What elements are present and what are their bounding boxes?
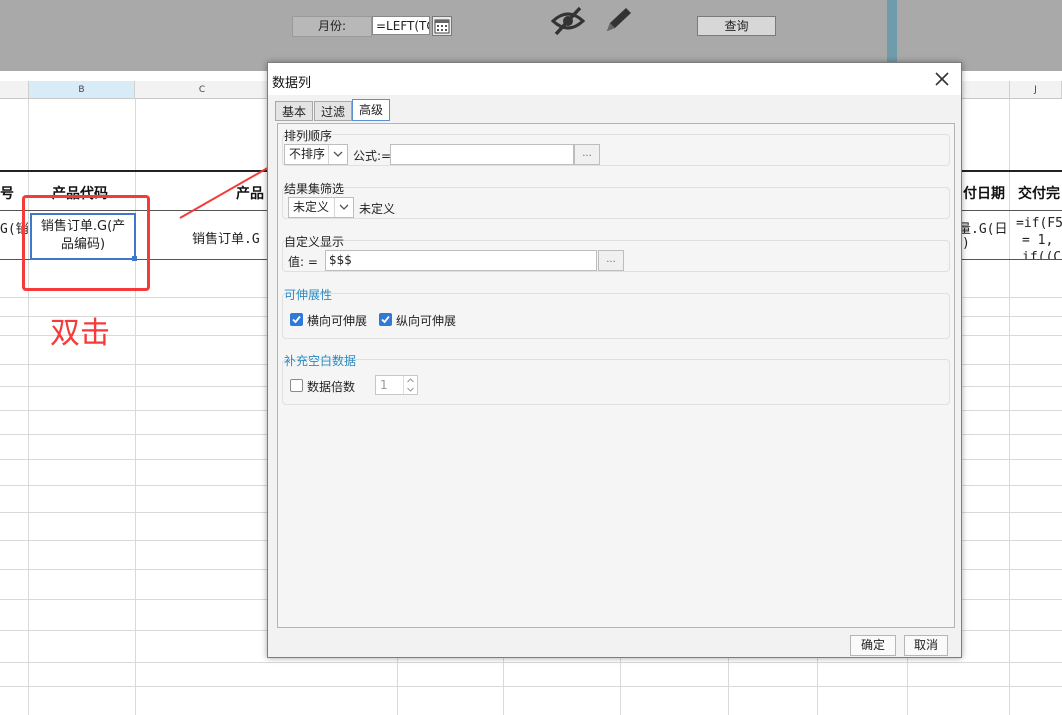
annotation-double-click-label: 双击 <box>50 316 110 351</box>
calendar-icon[interactable] <box>432 16 452 36</box>
fill-blank-title: 补充空白数据 <box>284 354 357 368</box>
sort-title: 排列顺序 <box>284 129 333 143</box>
data-multiple-value: 1 <box>380 378 388 392</box>
cell-date-line[interactable]: 量.G(日 <box>958 218 1007 237</box>
expand-title: 可伸展性 <box>284 288 333 302</box>
horizontal-expand-checkbox[interactable] <box>290 313 303 326</box>
column-header-a[interactable] <box>0 81 29 99</box>
query-button[interactable]: 查询 <box>697 16 776 36</box>
sort-formula-browse-button[interactable]: ... <box>574 144 600 165</box>
cell-date-line: ) <box>962 236 970 251</box>
filter-title: 结果集筛选 <box>284 182 345 196</box>
month-label: 月份: <box>292 16 372 37</box>
tab-filter[interactable]: 过滤 <box>314 101 353 121</box>
table-border <box>962 170 1062 172</box>
column-header-j[interactable]: J <box>1010 81 1062 99</box>
dialog-title: 数据列 <box>272 76 312 91</box>
filter-select-value: 未定义 <box>293 200 330 214</box>
header-pay-date[interactable]: 付日期 <box>963 183 1005 203</box>
eye-slash-icon[interactable] <box>550 5 586 37</box>
table-border <box>962 259 1062 260</box>
data-multiple-checkbox[interactable] <box>290 379 303 392</box>
cancel-button[interactable]: 取消 <box>904 635 948 656</box>
cell-formula-line: if((C <box>1022 250 1062 259</box>
header-deliver[interactable]: 交付完 <box>1018 183 1060 203</box>
dialog-titlebar[interactable]: 数据列 <box>268 63 961 95</box>
filter-select[interactable]: 未定义 <box>288 197 354 218</box>
pencil-icon[interactable] <box>601 5 635 37</box>
sort-select[interactable]: 不排序 <box>284 144 348 165</box>
sort-formula-input[interactable] <box>390 144 574 165</box>
advanced-panel: 排列顺序 不排序 公式:= ... 结果集筛选 未定义 未定义 自定义显示 值:… <box>277 123 955 628</box>
filter-value-text: 未定义 <box>359 202 396 216</box>
table-border <box>962 210 1062 211</box>
formula-label: 公式:= <box>353 149 392 163</box>
display-browse-button[interactable]: ... <box>598 250 624 271</box>
gridline <box>0 662 1062 663</box>
display-value-label: 值: = <box>288 255 318 269</box>
cell-formula-line: = 1, <box>1022 233 1054 248</box>
column-header-i[interactable] <box>962 81 1010 99</box>
spinner-arrows-icon[interactable] <box>403 376 417 394</box>
sort-select-value: 不排序 <box>289 147 326 161</box>
horizontal-expand-label[interactable]: 横向可伸展 <box>307 312 367 329</box>
vertical-expand-checkbox[interactable] <box>379 313 392 326</box>
column-header-c[interactable]: C <box>135 81 270 99</box>
display-value-input[interactable]: $$$ <box>325 250 597 271</box>
annotation-highlight-box <box>22 195 150 291</box>
cell-formula-line[interactable]: =if(F5 <box>1016 216 1062 231</box>
data-multiple-stepper[interactable]: 1 <box>375 375 418 395</box>
data-column-dialog: 数据列 基本 过滤 高级 排列顺序 不排序 公式:= ... 结果集筛选 未定义 <box>267 62 962 658</box>
data-multiple-label[interactable]: 数据倍数 <box>307 378 355 395</box>
chevron-down-icon <box>328 145 347 164</box>
month-input[interactable]: =LEFT(TO <box>372 16 430 35</box>
close-icon[interactable] <box>932 69 952 89</box>
cell-product[interactable]: 销售订单.G <box>192 228 260 247</box>
gridline <box>135 99 136 715</box>
column-header-b[interactable]: B <box>29 81 135 99</box>
tab-basic[interactable]: 基本 <box>275 101 314 121</box>
display-title: 自定义显示 <box>284 235 345 249</box>
tab-advanced[interactable]: 高级 <box>352 99 391 121</box>
chevron-down-icon <box>334 198 353 217</box>
ok-button[interactable]: 确定 <box>850 635 896 656</box>
vertical-expand-label[interactable]: 纵向可伸展 <box>396 312 456 329</box>
gridline <box>0 686 1062 687</box>
parameter-toolbar: 月份: =LEFT(TO 查询 <box>0 0 1062 71</box>
splitter-bar[interactable] <box>887 0 897 71</box>
gridline <box>28 99 29 715</box>
gridline <box>1009 99 1010 715</box>
header-order-no[interactable]: 号 <box>0 183 14 203</box>
